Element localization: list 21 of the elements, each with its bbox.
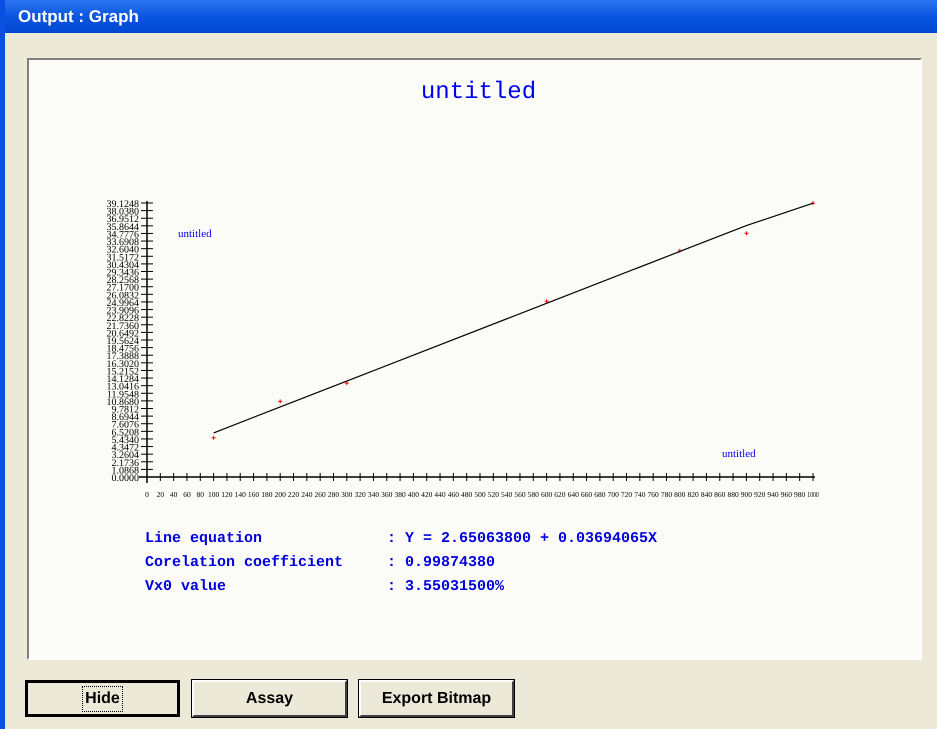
result-value: : 3.55031500% [387, 577, 506, 597]
result-label: Vx0 value [145, 577, 228, 597]
window-title: Output : Graph [18, 6, 139, 28]
dialog-button[interactable]: Export Bitmap [359, 680, 514, 717]
data-point [744, 230, 749, 236]
data-point [211, 435, 216, 440]
dialog-button[interactable]: Hide [25, 680, 180, 717]
data-point [677, 248, 682, 254]
data-point [278, 398, 283, 404]
x-axis-label: untitled [722, 448, 756, 460]
result-label: Corelation coefficient [145, 553, 344, 573]
y-tick-label: 0.0000 [112, 473, 139, 484]
data-point [544, 298, 550, 304]
result-value: : Y = 2.65063800 + 0.03694065X [387, 529, 658, 549]
result-label: Line equation [145, 529, 264, 549]
data-point [810, 200, 816, 206]
y-axis-label: untitled [178, 228, 212, 240]
chart-title: untitled [420, 78, 536, 108]
data-point [344, 380, 350, 386]
dialog-button[interactable]: Assay [192, 680, 347, 717]
result-value: : 0.99874380 [387, 553, 496, 573]
